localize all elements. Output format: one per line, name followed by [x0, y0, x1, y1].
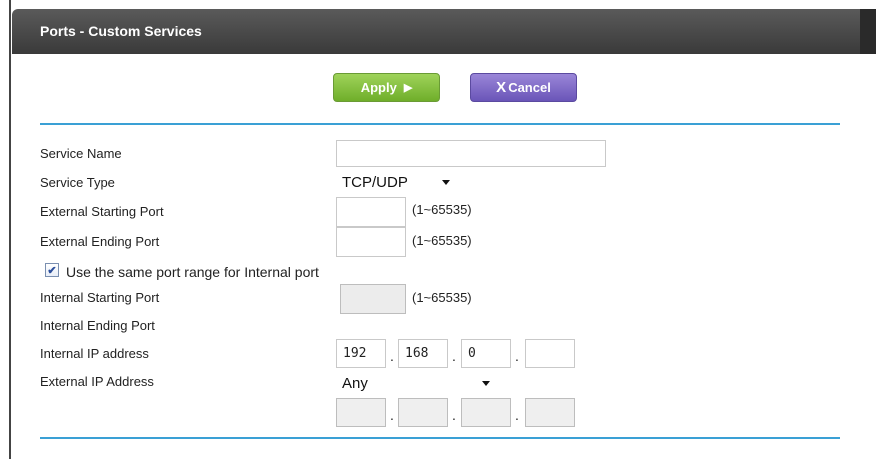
ip-separator: . — [452, 348, 456, 364]
service-type-select[interactable]: TCP/UDP — [336, 171, 456, 193]
same-port-range-label: Use the same port range for Internal por… — [66, 264, 319, 280]
ip-separator: . — [515, 348, 519, 364]
external-ip-label: External IP Address — [40, 374, 154, 389]
divider-bottom — [40, 437, 840, 439]
cancel-button[interactable]: X Cancel — [470, 73, 577, 102]
apply-button[interactable]: Apply ▶ — [333, 73, 440, 102]
ip-separator: . — [452, 407, 456, 423]
service-name-label: Service Name — [40, 146, 122, 161]
service-name-input[interactable] — [336, 140, 606, 167]
ip-separator: . — [390, 348, 394, 364]
internal-ip-octet-1[interactable]: 192 — [336, 339, 386, 368]
external-ip-octet-1[interactable] — [336, 398, 386, 427]
service-type-value: TCP/UDP — [342, 173, 408, 191]
external-ip-select[interactable]: Any — [336, 372, 496, 394]
external-starting-port-input[interactable] — [336, 197, 406, 227]
external-ip-octet-4[interactable] — [525, 398, 575, 427]
internal-ip-octet-3[interactable]: 0 — [461, 339, 511, 368]
page-title: Ports - Custom Services — [40, 23, 202, 39]
chevron-down-icon — [442, 180, 450, 185]
ip-separator: . — [515, 407, 519, 423]
external-starting-port-range: (1~65535) — [412, 202, 472, 217]
external-starting-port-label: External Starting Port — [40, 204, 164, 219]
internal-starting-port-input[interactable] — [340, 284, 406, 314]
external-ending-port-range: (1~65535) — [412, 233, 472, 248]
divider-top — [40, 123, 840, 125]
external-ending-port-input[interactable] — [336, 227, 406, 257]
external-ending-port-label: External Ending Port — [40, 234, 160, 249]
external-ip-value: Any — [342, 374, 368, 392]
service-type-label: Service Type — [40, 175, 115, 190]
ip-separator: . — [390, 407, 394, 423]
apply-button-label: Apply — [360, 80, 397, 95]
chevron-down-icon — [482, 381, 490, 386]
external-ip-octet-3[interactable] — [461, 398, 511, 427]
play-icon: ▶ — [403, 82, 413, 94]
close-icon: X — [496, 79, 507, 96]
internal-ending-port-label: Internal Ending Port — [40, 318, 155, 333]
internal-ip-octet-2[interactable]: 168 — [398, 339, 448, 368]
same-port-range-checkbox[interactable]: ✔ — [45, 263, 59, 277]
internal-starting-port-range: (1~65535) — [412, 290, 472, 305]
internal-ip-label: Internal IP address — [40, 346, 149, 361]
cancel-button-label: Cancel — [508, 80, 551, 95]
internal-ip-octet-4[interactable] — [525, 339, 575, 368]
internal-starting-port-label: Internal Starting Port — [40, 290, 160, 305]
title-bar-endcap — [860, 9, 876, 54]
external-ip-octet-2[interactable] — [398, 398, 448, 427]
title-bar: Ports - Custom Services — [12, 9, 876, 54]
